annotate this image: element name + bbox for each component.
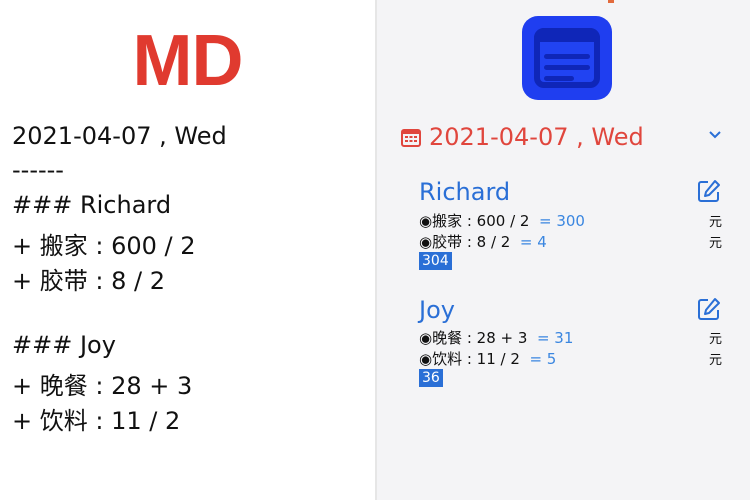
edit-icon[interactable] bbox=[696, 178, 722, 204]
person-name: Joy bbox=[419, 296, 455, 324]
item-line: ◉饮料 : 11 / 2 = 5 bbox=[419, 348, 556, 369]
md-line: + 饮料 : 11 / 2 bbox=[12, 407, 181, 435]
item-line: ◉晚餐 : 28 + 3 = 31 bbox=[419, 327, 573, 348]
item-label: ◉晚餐 : 28 + 3 bbox=[419, 329, 528, 347]
item-label: ◉胶带 : 8 / 2 bbox=[419, 233, 511, 251]
item-result: = 300 bbox=[539, 212, 585, 230]
item-result: = 31 bbox=[536, 329, 574, 347]
calendar-icon bbox=[401, 127, 421, 147]
unit-label: 元 bbox=[709, 236, 723, 251]
md-line: ------ bbox=[12, 156, 64, 184]
md-line: + 胶带 : 8 / 2 bbox=[12, 267, 165, 295]
md-line: 2021-04-07 , Wed bbox=[12, 122, 227, 150]
item-result: = 4 bbox=[519, 233, 547, 251]
unit-label: 元 bbox=[709, 332, 723, 347]
unit-label: 元 bbox=[709, 353, 723, 368]
app-icon[interactable] bbox=[522, 16, 612, 100]
item-line: ◉搬家 : 600 / 2 = 300 bbox=[419, 210, 585, 231]
item-label: ◉搬家 : 600 / 2 bbox=[419, 212, 530, 230]
date-label: 2021-04-07 , Wed bbox=[429, 123, 644, 151]
app-icon-line bbox=[544, 54, 590, 59]
app-icon-band bbox=[534, 28, 600, 42]
item-result: = 5 bbox=[529, 350, 557, 368]
status-dot bbox=[608, 0, 614, 3]
person-name: Richard bbox=[419, 178, 511, 206]
date-header[interactable]: 2021-04-07 , Wed bbox=[401, 122, 644, 152]
item-label: ◉饮料 : 11 / 2 bbox=[419, 350, 520, 368]
md-logo: MD bbox=[132, 21, 244, 101]
md-line: + 搬家 : 600 / 2 bbox=[12, 232, 196, 260]
md-line: + 晚餐 : 28 + 3 bbox=[12, 372, 193, 400]
chevron-down-icon[interactable] bbox=[707, 128, 723, 142]
md-line: ### Richard bbox=[12, 191, 172, 219]
markdown-pane: MD 2021-04-07 , Wed ------ ### Richard +… bbox=[0, 0, 375, 500]
unit-label: 元 bbox=[709, 215, 723, 230]
md-line: ### Joy bbox=[12, 331, 116, 359]
app-icon-line bbox=[544, 65, 590, 70]
app-icon-line bbox=[544, 76, 574, 81]
total-badge: 304 bbox=[419, 252, 452, 270]
item-line: ◉胶带 : 8 / 2 = 4 bbox=[419, 231, 547, 252]
total-badge: 36 bbox=[419, 369, 443, 387]
edit-icon[interactable] bbox=[696, 296, 722, 322]
